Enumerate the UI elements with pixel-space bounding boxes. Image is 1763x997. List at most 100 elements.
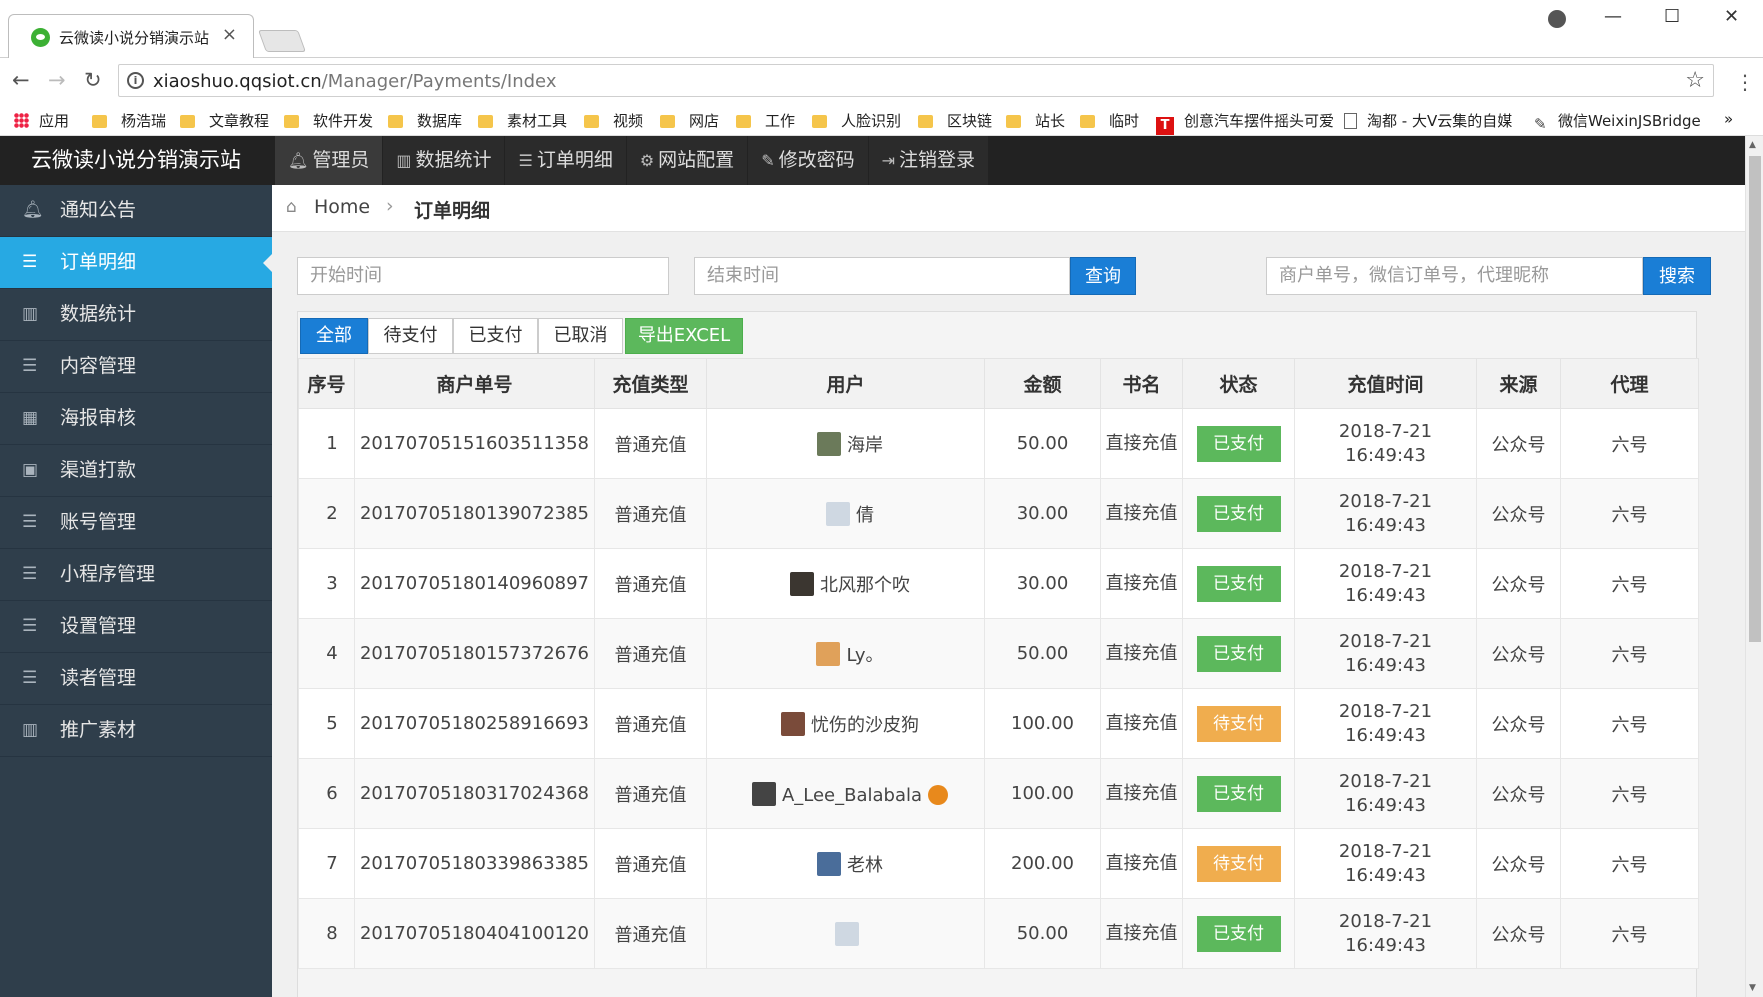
cell-type-link[interactable]: 普通充值 (594, 828, 707, 899)
back-icon[interactable]: ← (12, 68, 30, 92)
maximize-icon[interactable]: ☐ (1664, 6, 1680, 27)
tab-pending[interactable]: 待支付 (368, 318, 453, 354)
cell-status: 已支付 (1182, 618, 1295, 689)
bookmark-item[interactable]: 素材工具 (478, 110, 567, 131)
cell-no: 1 (298, 408, 355, 479)
cell-type-link[interactable]: 普通充值 (594, 478, 707, 549)
cell-type-link[interactable]: 普通充值 (594, 548, 707, 619)
bar-chart-icon: ▥ (22, 304, 39, 324)
topnav-logout[interactable]: ⇥ 注销登录 (868, 136, 989, 185)
info-icon[interactable]: i (127, 72, 144, 89)
time-clock: 16:49:43 (1345, 654, 1426, 676)
url-input[interactable]: i xiaoshuo.qqsiot.cn/Manager/Payments/In… (118, 64, 1714, 97)
sidebar-item-accounts[interactable]: ☰ 账号管理 (0, 497, 272, 549)
bookmark-item[interactable]: 网店 (660, 110, 719, 131)
cell-amount: 30.00 (984, 548, 1101, 619)
bookmark-item[interactable]: 数据库 (388, 110, 462, 131)
start-time-input[interactable]: 开始时间 (297, 257, 669, 295)
topnav-admin[interactable]: 🔔︎ 管理员 (275, 136, 383, 185)
end-time-input[interactable]: 结束时间 (694, 257, 1070, 295)
browser-tab[interactable]: 云微读小说分销演示站 × (8, 14, 254, 58)
query-button[interactable]: 查询 (1070, 257, 1136, 295)
bookmark-star-icon[interactable]: ☆ (1685, 68, 1705, 93)
more-bookmarks-icon[interactable]: » (1724, 110, 1733, 128)
bell-icon: 🔔︎ (22, 200, 44, 220)
bell-icon: 🔔︎ (288, 151, 309, 170)
bookmark-item[interactable]: 杨浩瑞 (92, 110, 166, 131)
sidebar-item-miniprogram[interactable]: ☰ 小程序管理 (0, 549, 272, 601)
bookmark-item[interactable]: 文章教程 (180, 110, 269, 131)
bookmark-item[interactable]: 站长 (1006, 110, 1065, 131)
window-close-icon[interactable]: ✕ (1724, 6, 1739, 27)
bookmark-item[interactable]: 淘都 - 大V云集的自媒 (1344, 110, 1530, 131)
topnav-orders[interactable]: ☰ 订单明细 (505, 136, 626, 185)
sidebar-item-poster[interactable]: ▦ 海报审核 (0, 393, 272, 445)
cell-amount: 100.00 (984, 688, 1101, 759)
cell-status: 待支付 (1182, 828, 1295, 899)
sidebar-item-promo[interactable]: ▥ 推广素材 (0, 705, 272, 757)
user-nickname: Ly。 (846, 644, 884, 666)
sidebar-item-orders[interactable]: ☰ 订单明细 (0, 237, 272, 289)
browser-menu-icon[interactable]: ⋮ (1735, 70, 1755, 94)
list-icon: ☰ (22, 252, 38, 272)
cell-type-link[interactable]: 普通充值 (594, 898, 707, 969)
col-agent: 代理 (1560, 358, 1699, 409)
scroll-down-icon[interactable]: ▼ (1749, 983, 1756, 993)
col-status: 状态 (1182, 358, 1295, 409)
cell-status: 已支付 (1182, 408, 1295, 479)
cell-type-link[interactable]: 普通充值 (594, 618, 707, 689)
bookmark-item[interactable]: 人脸识别 (812, 110, 901, 131)
table-row: 5 20170705180258916693 普通充值 忧伤的沙皮狗 100.00 直接充… (298, 688, 1699, 759)
sidebar-item-notice[interactable]: 🔔︎ 通知公告 (0, 185, 272, 237)
cell-order-no: 20170705180404100120 (354, 898, 595, 969)
table-row: 4 20170705180157372676 普通充值 Ly。 50.00 直接充值 已支付… (298, 618, 1699, 689)
sidebar-item-settings[interactable]: ☰ 设置管理 (0, 601, 272, 653)
user-profile-icon[interactable] (1548, 10, 1566, 28)
tab-cancelled[interactable]: 已取消 (538, 318, 623, 354)
home-icon[interactable]: ⌂ (286, 197, 297, 217)
time-date: 2018-7-21 (1338, 420, 1433, 442)
close-icon[interactable]: × (222, 24, 237, 45)
search-button[interactable]: 搜索 (1643, 257, 1711, 295)
cell-source: 公众号 (1476, 828, 1561, 899)
sidebar-item-payout[interactable]: ▣ 渠道打款 (0, 445, 272, 497)
cell-amount: 50.00 (984, 408, 1101, 479)
bookmark-apps[interactable]: 应用 (14, 110, 69, 131)
page-scrollbar[interactable]: ▲ ▼ (1745, 136, 1763, 997)
search-input[interactable]: 商户单号，微信订单号，代理昵称 (1266, 257, 1643, 295)
breadcrumb-home[interactable]: Home (314, 196, 370, 218)
topnav-site-config[interactable]: ⚙ 网站配置 (626, 136, 748, 185)
topnav-change-password[interactable]: ✎ 修改密码 (748, 136, 868, 185)
cell-agent: 六号 (1560, 898, 1699, 969)
cell-source: 公众号 (1476, 898, 1561, 969)
cell-agent: 六号 (1560, 828, 1699, 899)
reload-icon[interactable]: ↻ (84, 68, 102, 92)
bookmark-item[interactable]: 区块链 (918, 110, 992, 131)
bookmark-item[interactable]: 临时 (1080, 110, 1139, 131)
tab-all[interactable]: 全部 (300, 318, 368, 354)
bookmark-item[interactable]: 工作 (736, 110, 795, 131)
forward-icon[interactable]: → (48, 68, 66, 92)
export-excel-button[interactable]: 导出EXCEL (625, 318, 743, 354)
topnav-stats[interactable]: ▥ 数据统计 (383, 136, 505, 185)
bookmark-item[interactable]: T 创意汽车摆件摇头可爱 (1156, 110, 1334, 135)
bookmark-item[interactable]: 软件开发 (284, 110, 373, 131)
table-row: 3 20170705180140960897 普通充值 北风那个吹 30.00 直接充值已… (298, 548, 1699, 619)
sidebar-item-content[interactable]: ☰ 内容管理 (0, 341, 272, 393)
bookmark-item[interactable]: 视频 (584, 110, 643, 131)
sidebar-item-readers[interactable]: ☰ 读者管理 (0, 653, 272, 705)
minimize-icon[interactable]: — (1604, 6, 1622, 27)
scroll-thumb[interactable] (1749, 156, 1761, 642)
bookmark-item[interactable]: ✎ 微信WeixinJSBridge (1534, 110, 1716, 131)
cell-type-link[interactable]: 普通充值 (594, 408, 707, 479)
cell-type-link[interactable]: 普通充值 (594, 758, 707, 829)
new-tab-button[interactable] (257, 30, 307, 52)
t-logo-icon: T (1156, 117, 1174, 135)
tab-paid[interactable]: 已支付 (453, 318, 538, 354)
scroll-up-icon[interactable]: ▲ (1749, 140, 1756, 150)
cell-user: Ly。 (706, 618, 985, 689)
sidebar-item-stats[interactable]: ▥ 数据统计 (0, 289, 272, 341)
user-nickname: 北风那个吹 (820, 574, 910, 596)
cell-type-link[interactable]: 普通充值 (594, 688, 707, 759)
cell-book: 直接充值 (1100, 828, 1183, 899)
